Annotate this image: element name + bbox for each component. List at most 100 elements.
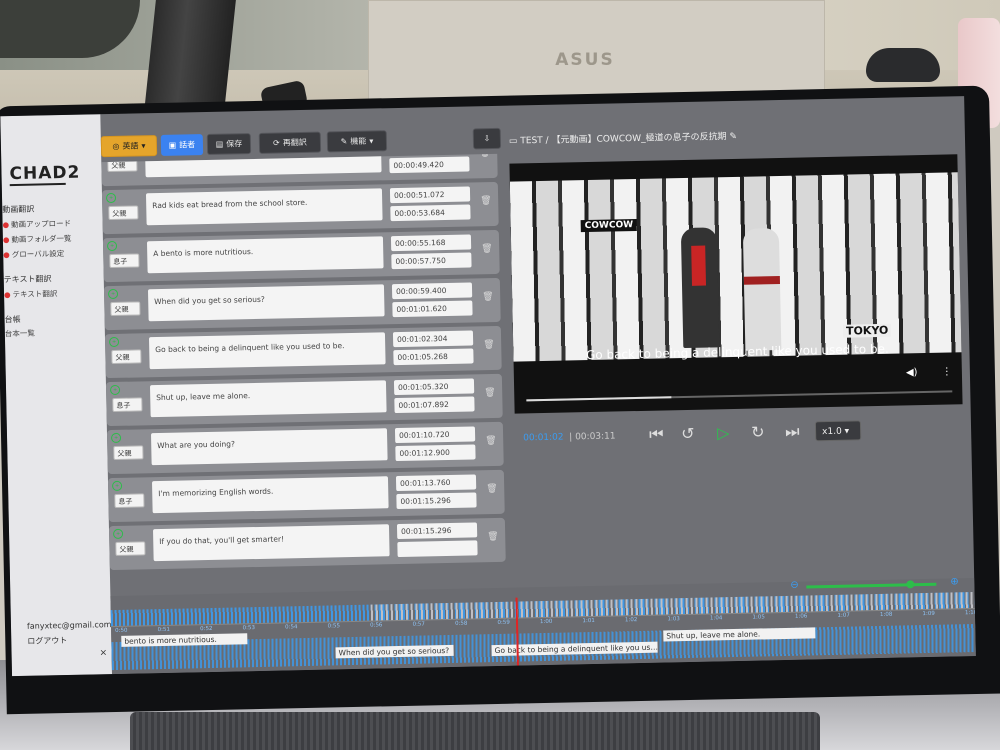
- app-logo[interactable]: CHAD2: [9, 163, 80, 184]
- subtitle-row: + 父親 Rad kids eat bread from the school …: [101, 181, 499, 235]
- trash-icon[interactable]: 🗑: [486, 484, 498, 494]
- video-progress-bar[interactable]: [526, 390, 953, 402]
- speaker-select[interactable]: 父親: [108, 205, 139, 221]
- chevron-down-icon: ▾: [141, 141, 146, 151]
- playback-controls: 00:01:02 | 00:03:11 ⏮ ↺ ▷ ↻ ⏭ x1.0 ▾: [515, 414, 964, 453]
- ruler-tick-label: 0:50: [115, 627, 128, 634]
- more-options-icon[interactable]: ⋮: [942, 366, 952, 377]
- time-in-field[interactable]: 00:01:10.720: [394, 426, 476, 444]
- download-button[interactable]: ⇩: [472, 127, 502, 150]
- subtitle-text-field[interactable]: I'm memorizing English words.: [151, 476, 389, 514]
- time-in-field[interactable]: 00:01:15.296: [396, 522, 478, 540]
- speaker-select[interactable]: 父親: [115, 541, 146, 556]
- nav-item-script-list[interactable]: 台本一覧: [5, 328, 35, 340]
- zoom-in-icon[interactable]: ⊕: [950, 576, 959, 587]
- trash-icon[interactable]: 🗑: [483, 340, 495, 350]
- logout-link[interactable]: ログアウト: [27, 635, 67, 647]
- subtitle-text-field[interactable]: When did you get so serious?: [147, 284, 385, 322]
- trash-icon[interactable]: 🗑: [481, 244, 493, 254]
- ruler-tick-label: 0:57: [412, 621, 425, 628]
- time-out-field[interactable]: 00:01:01.620: [392, 300, 473, 318]
- time-out-field[interactable]: 00:01:07.892: [394, 396, 475, 414]
- subtitle-row: + 父親 If you do that, you'll get smarter!…: [108, 517, 506, 571]
- chevron-down-icon: ▾: [369, 136, 374, 146]
- subtitle-text-field[interactable]: Shut up, leave me alone.: [149, 380, 387, 418]
- time-out-field[interactable]: 00:01:12.900: [395, 444, 476, 462]
- timeline[interactable]: ⊖ ⊕ 0:50 0:51 0:52 0:53 0:54 0:55 0:56 0:57 0:58…: [110, 576, 976, 675]
- subtitle-text-field[interactable]: Rad kids eat bread from the school store…: [145, 188, 383, 226]
- time-in-field[interactable]: 00:00:51.072: [389, 186, 471, 204]
- rewind-icon[interactable]: ↺: [681, 424, 695, 443]
- play-icon[interactable]: ▷: [717, 423, 730, 442]
- ruler-tick-label: 1:00: [539, 618, 553, 626]
- subtitle-text-field[interactable]: A bento is more nutritious.: [146, 236, 384, 274]
- skip-back-icon[interactable]: ⏮: [649, 424, 664, 444]
- nav-item-video-upload[interactable]: ● 動画アップロード: [2, 218, 71, 230]
- trash-icon[interactable]: 🗑: [485, 436, 497, 446]
- ruler-tick-label: 0:58: [454, 620, 468, 627]
- time-out-field[interactable]: 00:01:05.268: [393, 348, 474, 366]
- speaker-icon: ▣: [168, 140, 177, 150]
- trash-icon[interactable]: 🗑: [487, 532, 499, 542]
- row-status-icon: +: [111, 480, 123, 492]
- volume-icon[interactable]: ◀): [906, 367, 918, 378]
- zoom-slider-handle[interactable]: [906, 580, 915, 589]
- ruler-tick-label: 0:55: [327, 623, 340, 630]
- video-player[interactable]: COWCOW TOKYO Go back to being a delinque…: [509, 154, 963, 414]
- subtitle-row: + 息子 A bento is more nutritious. 00:00:5…: [102, 229, 500, 283]
- language-select[interactable]: ◎ 英語 ▾: [100, 135, 158, 158]
- trash-icon[interactable]: 🗑: [480, 196, 492, 206]
- speaker-select[interactable]: 息子: [112, 397, 143, 413]
- functions-menu-button[interactable]: ✎ 機能 ▾: [326, 130, 388, 153]
- time-in-field[interactable]: 00:00:55.168: [390, 234, 472, 252]
- forward-icon[interactable]: ↻: [751, 422, 765, 441]
- speaker-select[interactable]: 父親: [113, 445, 144, 460]
- time-out-field[interactable]: 00:01:15.296: [396, 492, 477, 510]
- time-out-field[interactable]: 00:00:57.750: [391, 252, 472, 270]
- speaker-select[interactable]: 父親: [110, 301, 141, 317]
- pencil-icon[interactable]: ✎: [729, 132, 737, 142]
- ruler-tick-label: 1:09: [922, 610, 935, 618]
- time-in-field[interactable]: 00:01:02.304: [392, 330, 474, 348]
- subtitle-text-field[interactable]: If you do that, you'll get smarter!: [152, 524, 390, 562]
- time-in-field[interactable]: 00:00:59.400: [391, 282, 473, 300]
- speaker-button[interactable]: ▣ 話者: [160, 134, 204, 156]
- row-status-icon: +: [110, 432, 122, 444]
- playback-speed-select[interactable]: x1.0 ▾: [814, 420, 862, 442]
- zoom-slider[interactable]: [806, 582, 937, 589]
- time-out-field[interactable]: 00:00:53.684: [390, 204, 471, 222]
- app-screen: CHAD2 動画翻訳 ● 動画アップロード ● 動画フォルダ一覧 ● グローバル設定 …: [0, 96, 976, 677]
- trash-icon[interactable]: 🗑: [484, 388, 496, 398]
- subtitle-row: + 父親 What are you doing? 00:01:10.720 00…: [106, 421, 504, 475]
- speaker-select[interactable]: 父親: [111, 349, 142, 365]
- speaker-select[interactable]: 息子: [114, 493, 145, 508]
- nav-item-video-folders[interactable]: ● 動画フォルダ一覧: [3, 233, 72, 245]
- time-in-field[interactable]: 00:01:13.760: [395, 474, 477, 492]
- nav-heading-video: 動画翻訳: [2, 204, 35, 215]
- breadcrumb-root[interactable]: TEST: [520, 136, 543, 146]
- time-in-field[interactable]: 00:01:05.320: [393, 378, 475, 396]
- nav-item-text-translate[interactable]: ● テキスト翻訳: [4, 288, 58, 300]
- time-out-field[interactable]: 00:00:49.420: [389, 156, 470, 174]
- row-status-icon: +: [108, 336, 120, 348]
- ruler-tick-label: 1:04: [709, 615, 723, 622]
- ruler-tick-label: 0:59: [497, 619, 510, 626]
- ruler-tick-label: 1:10: [964, 609, 976, 617]
- ruler-tick-label: 1:08: [879, 611, 893, 618]
- ruler-tick-label: 1:06: [794, 613, 808, 620]
- subtitle-text-field[interactable]: What are you doing?: [150, 428, 388, 466]
- trash-icon[interactable]: 🗑: [482, 292, 494, 302]
- speaker-select[interactable]: 息子: [109, 253, 140, 269]
- row-status-icon: +: [106, 240, 118, 252]
- nav-item-global-settings[interactable]: ● グローバル設定: [3, 248, 64, 260]
- skip-forward-icon[interactable]: ⏭: [785, 422, 800, 442]
- save-button[interactable]: ▤ 保存: [206, 133, 252, 155]
- zoom-out-icon[interactable]: ⊖: [790, 580, 799, 591]
- performer-left: [680, 227, 720, 349]
- close-icon[interactable]: ×: [99, 648, 107, 658]
- nav-dot-icon: ●: [3, 290, 11, 300]
- trash-icon[interactable]: 🗑: [479, 154, 491, 158]
- time-out-field[interactable]: [397, 540, 478, 558]
- retranslate-button[interactable]: ⟳ 再翻訳: [258, 131, 322, 154]
- subtitle-text-field[interactable]: Go back to being a delinquent like you u…: [148, 332, 386, 370]
